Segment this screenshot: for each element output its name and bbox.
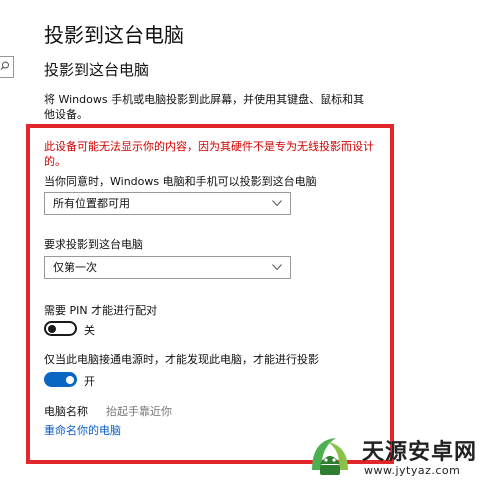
availability-selected: 所有位置都可用 [53, 197, 130, 210]
request-selected: 仅第一次 [53, 261, 97, 274]
watermark-url: www.jytyaz.com [364, 464, 461, 477]
watermark-title: 天源安卓网 [362, 440, 478, 465]
site-watermark: 天源安卓网 www.jytyaz.com [306, 432, 500, 482]
availability-dropdown[interactable]: 所有位置都可用 [44, 192, 291, 215]
pc-name-value: 抬起手靠近你 [106, 405, 172, 418]
android-logo-icon [312, 438, 348, 475]
chevron-down-icon [272, 200, 282, 207]
hardware-warning: 此设备可能无法显示你的内容，因为其硬件不是专为无线投影而设计的。 [44, 140, 374, 168]
search-box-fragment[interactable] [0, 56, 14, 78]
rename-pc-link[interactable]: 重命名你的电脑 [44, 422, 121, 438]
settings-page: 投影到这台电脑 投影到这台电脑 将 Windows 手机或电脑投影到此屏幕，并使… [0, 0, 500, 482]
pin-label: 需要 PIN 才能进行配对 [44, 304, 158, 317]
power-label: 仅当此电脑接通电源时，才能发现此电脑，才能进行投影 [44, 353, 319, 366]
pin-toggle[interactable] [44, 321, 77, 336]
toggle-knob [48, 324, 56, 333]
power-toggle-state: 开 [84, 375, 95, 388]
availability-label: 当你同意时，Windows 电脑和手机可以投影到这台电脑 [44, 175, 317, 188]
pc-name-label: 电脑名称 [44, 405, 88, 418]
power-toggle[interactable] [44, 372, 77, 387]
search-icon [0, 61, 9, 70]
section-title: 投影到这台电脑 [44, 61, 150, 79]
request-label: 要求投影到这台电脑 [44, 238, 143, 251]
request-dropdown[interactable]: 仅第一次 [44, 256, 291, 279]
section-description: 将 Windows 手机或电脑投影到此屏幕，并使用其键盘、鼠标和其他设备。 [44, 93, 365, 121]
page-title: 投影到这台电脑 [44, 23, 184, 47]
pin-toggle-state: 关 [84, 324, 95, 337]
chevron-down-icon [272, 264, 282, 271]
toggle-knob [66, 375, 74, 384]
